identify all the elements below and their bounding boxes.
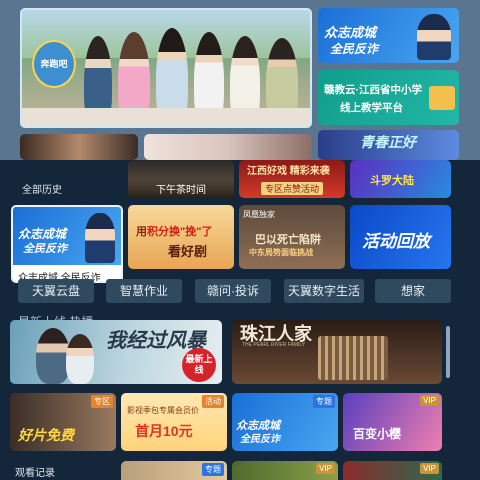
tile-text3: 看好剧 — [168, 244, 208, 259]
tile-tag: VIP — [316, 463, 335, 474]
tile-title: 活动回放 — [362, 232, 430, 251]
tile-subtitle: THE PEARL RIVER FAMILY — [242, 342, 306, 348]
tile-title: 下午茶时间 — [128, 179, 234, 198]
anti-fraud-ad-top[interactable]: 众志成城 全民反诈 — [318, 8, 459, 63]
tile-price: 首月10元 — [135, 423, 193, 439]
complaint-button[interactable]: 赣问·投诉 — [195, 279, 271, 303]
tile-title: 斗罗大陆 — [370, 175, 414, 187]
featured-art: 众志成城 全民反诈 — [13, 207, 121, 265]
row1-tile-1[interactable]: 下午茶时间 — [128, 160, 234, 198]
tile-title: 巴以死亡陷阱 — [255, 234, 321, 246]
row5-tile-3[interactable]: VIP — [343, 461, 442, 480]
youth-ad[interactable]: 青春正好 — [318, 130, 459, 160]
ad-line2: 全民反诈 — [330, 42, 379, 56]
police-icon — [417, 14, 451, 60]
tile-subtitle: 江西好戏 精彩来袭 — [247, 166, 330, 177]
ad-text: 青春正好 — [360, 134, 416, 150]
tile-title: 百变小樱 — [353, 427, 402, 441]
education-platform-ad[interactable]: 赣教云·江西省中小学 线上教学平台 — [318, 70, 459, 125]
history-label[interactable]: 全部历史 — [22, 181, 62, 196]
hero-banner[interactable]: 奔跑吧 — [20, 8, 312, 128]
new-release-badge: 最新上线 — [182, 348, 216, 382]
ad-line2: 线上教学平台 — [340, 102, 403, 114]
tile-pattern — [318, 336, 388, 380]
tile-highlight: 积分换 — [147, 226, 180, 238]
storm-drama-tile[interactable]: 我经过风暴 最新上线 — [10, 320, 222, 384]
tile-text1: 用积分换"挽"了 — [136, 223, 212, 239]
tile-tag: 专题 — [202, 463, 224, 476]
tile-tag: 凤凰独家 — [243, 210, 275, 219]
tile-tag: VIP — [420, 463, 439, 474]
featured-anti-fraud-tile[interactable]: 众志成城 全民反诈 众志成城 全民反诈 — [11, 205, 123, 283]
tile-tag: 专区 — [91, 395, 113, 408]
tile-line2: 全民反诈 — [240, 434, 280, 445]
miss-home-button[interactable]: 想家 — [375, 279, 451, 303]
event-replay-tile[interactable]: 活动回放 — [350, 205, 451, 269]
drama-person-1 — [36, 328, 70, 384]
tile-tag: 活动 — [202, 395, 224, 408]
tile-title: 影视季包专属会员价 — [127, 406, 199, 415]
smart-homework-button[interactable]: 智慧作业 — [106, 279, 182, 303]
tile-text2: "挽"了 — [180, 226, 213, 238]
phoenix-news-tile[interactable]: 凤凰独家 巴以死亡陷阱 中东局势面临挑战 — [239, 205, 345, 269]
row1-tile-2[interactable]: 江西好戏 精彩来袭 专区点赞活动 — [239, 160, 345, 198]
pearl-river-tile[interactable]: 珠江人家 THE PEARL RIVER FAMILY — [232, 320, 442, 384]
tile-text1-a: 用 — [136, 226, 147, 238]
ad-line1: 赣教云·江西省中小学 — [324, 84, 422, 96]
hero-logo: 奔跑吧 — [32, 40, 76, 88]
membership-offer-tile[interactable]: 活动 影视季包专属会员价 首月10元 — [121, 393, 227, 451]
scrollbar[interactable] — [446, 326, 450, 378]
cardcaptor-tile[interactable]: VIP 百变小樱 — [343, 393, 442, 451]
ad-line1: 众志成城 — [324, 25, 377, 40]
police-icon — [85, 213, 115, 263]
points-exchange-tile[interactable]: 用积分换"挽"了 看好剧 — [128, 205, 234, 269]
book-icon — [429, 86, 455, 110]
tile-tag: VIP — [420, 395, 439, 406]
featured-line2: 全民反诈 — [23, 243, 67, 255]
row1-tile-3[interactable]: 斗罗大陆 — [350, 160, 451, 198]
hero-thumb-1[interactable] — [20, 134, 138, 160]
watch-record-label[interactable]: 观看记录 — [15, 464, 55, 479]
row5-tile-1[interactable]: 专题 — [121, 461, 227, 480]
tile-tag: 专题 — [313, 395, 335, 408]
digital-life-button[interactable]: 天翼数字生活 — [284, 279, 364, 303]
tile-title: 专区点赞活动 — [261, 182, 324, 195]
hero-thumb-2[interactable] — [144, 134, 312, 160]
cloud-drive-button[interactable]: 天翼云盘 — [18, 279, 94, 303]
tile-title: 好片免费 — [18, 427, 74, 443]
free-movies-tile[interactable]: 专区 好片免费 — [10, 393, 116, 451]
row5-tile-2[interactable]: VIP — [232, 461, 338, 480]
hero-table — [22, 108, 310, 126]
anti-fraud-topic-tile[interactable]: 专题 众志成城 全民反诈 — [232, 393, 338, 451]
tile-subtitle: 中东局势面临挑战 — [249, 248, 313, 257]
drama-person-2 — [66, 334, 94, 384]
